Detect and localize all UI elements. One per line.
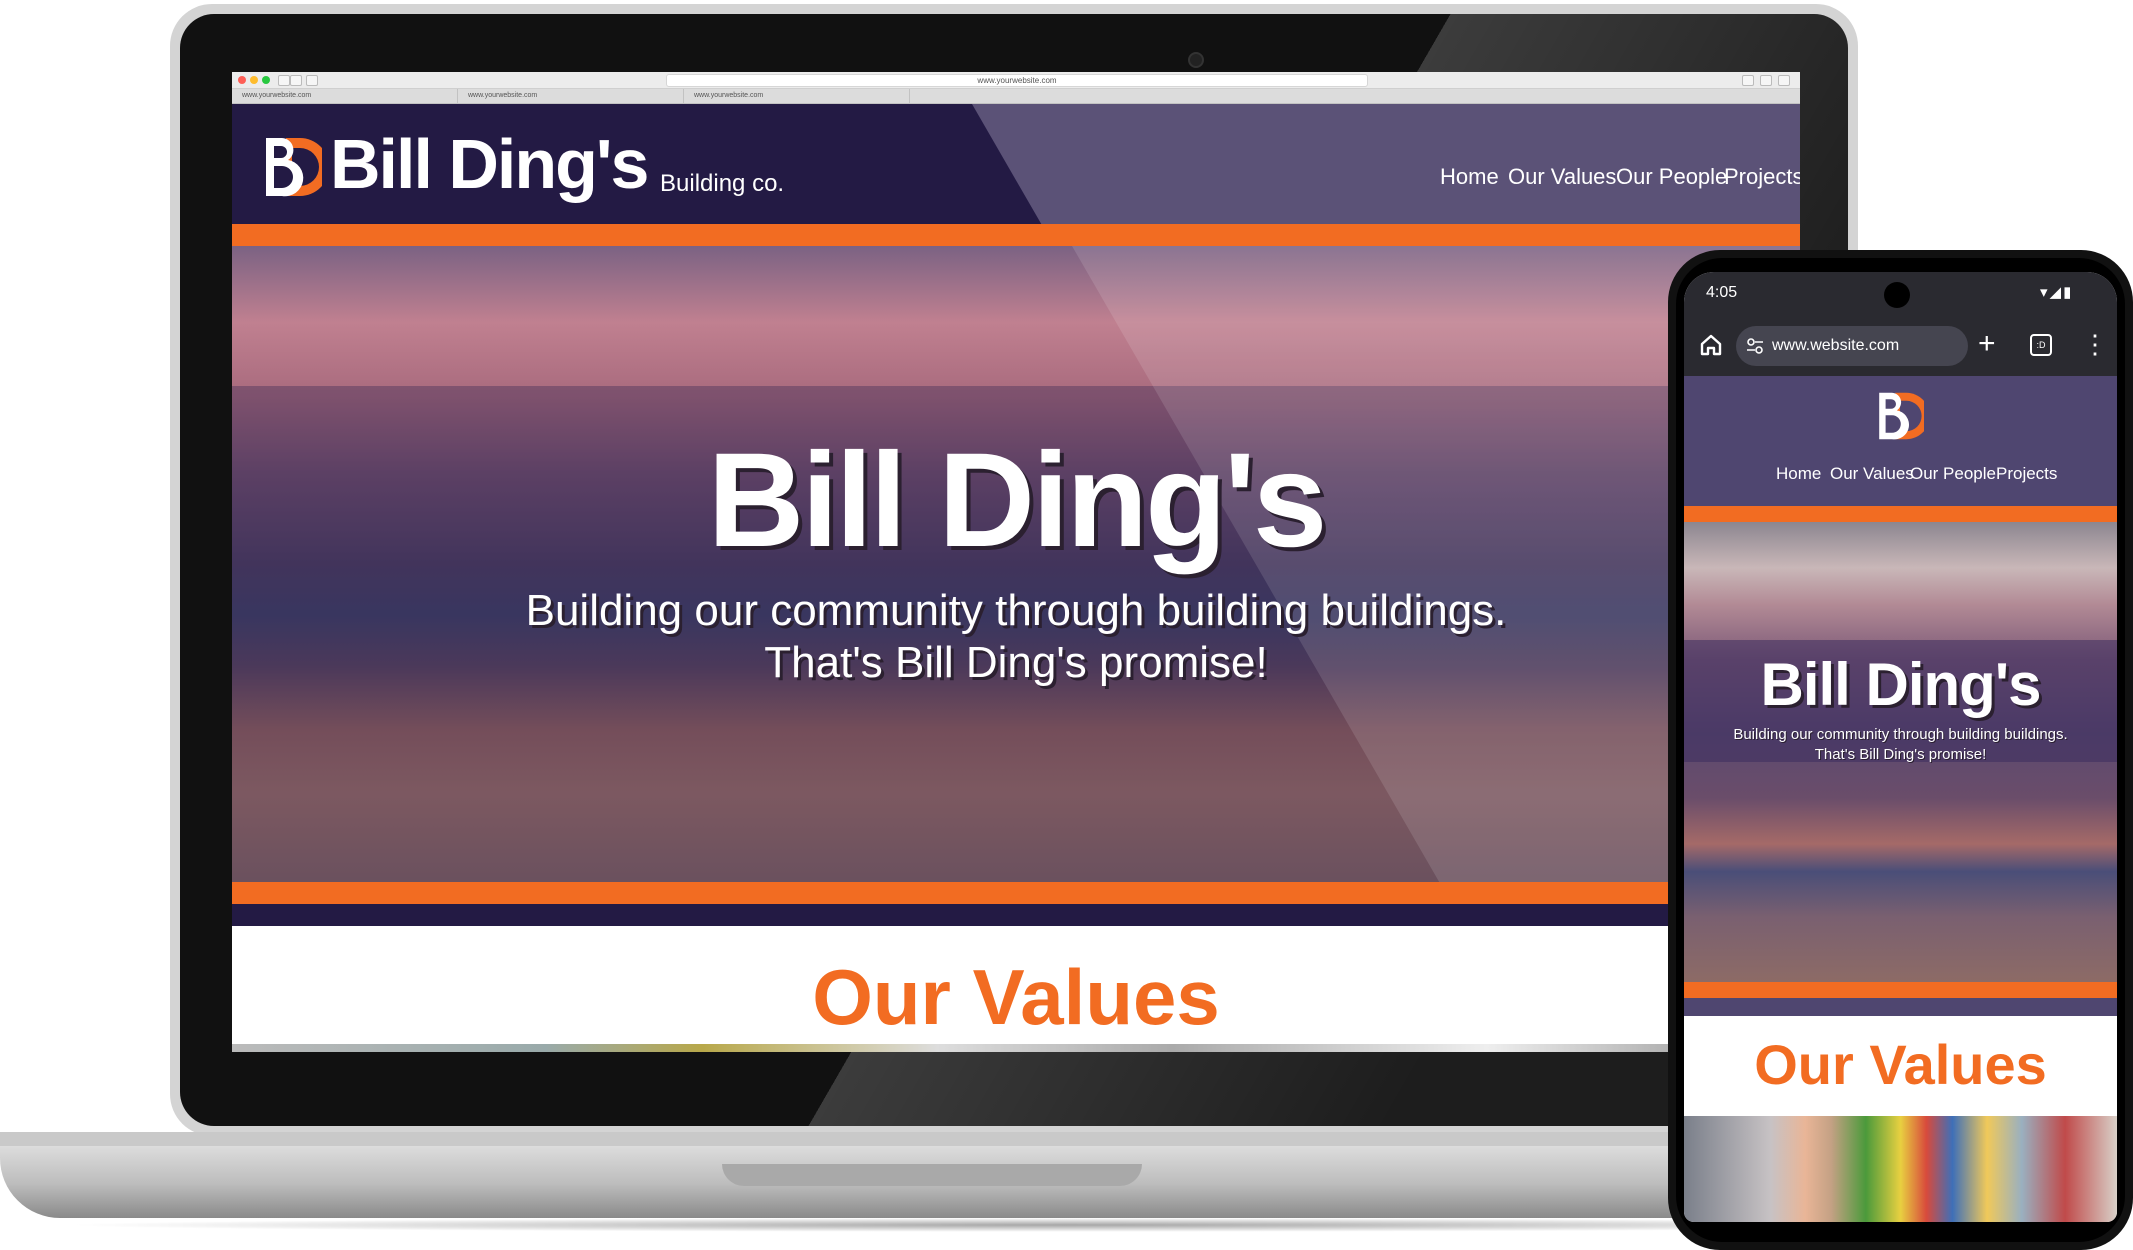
minimize-window-button[interactable] <box>250 76 258 84</box>
new-tab-icon[interactable]: + <box>1978 326 1996 362</box>
nav-our-values[interactable]: Our Values <box>1508 164 1616 190</box>
share-icon[interactable] <box>1742 75 1754 86</box>
orange-divider <box>1684 982 2117 998</box>
bd-logo-icon[interactable] <box>262 132 322 202</box>
orange-divider <box>232 882 1800 904</box>
zoom-window-button[interactable] <box>262 76 270 84</box>
tab-switcher-icon[interactable]: :D <box>2030 334 2052 356</box>
browser-tab[interactable]: www.yourwebsite.com <box>232 89 458 103</box>
orange-divider <box>1684 506 2117 522</box>
hero-tagline: Building our community through building … <box>525 586 1507 635</box>
section-heading-our-values: Our Values <box>812 953 1220 1041</box>
hero-promise: That's Bill Ding's promise! <box>1814 746 1987 763</box>
settings-icon[interactable] <box>1778 75 1790 86</box>
status-icons: ▾◢▮ <box>2040 284 2074 301</box>
sidebar-icon[interactable] <box>306 75 318 86</box>
site-settings-icon[interactable] <box>1746 338 1764 354</box>
brand-subtitle: Building co. <box>660 170 785 197</box>
browser-tab[interactable]: www.yourwebsite.com <box>458 89 684 103</box>
nav-projects[interactable]: Projects <box>1996 464 2057 484</box>
kids-building-blocks-photo <box>1684 1116 2117 1222</box>
purple-divider <box>1684 998 2117 1016</box>
laptop-screen: www.yourwebsite.com www.yourwebsite.com … <box>232 72 1800 1052</box>
nav-home[interactable]: Home <box>1776 464 1821 484</box>
site-header: Bill Ding's Building co. Home Our Values… <box>232 104 1800 224</box>
hero-title: Bill Ding's <box>707 426 1328 575</box>
purple-divider <box>232 904 1800 926</box>
browser-tab-strip: www.yourwebsite.com www.yourwebsite.com … <box>232 89 1800 104</box>
hero-tagline: Building our community through building … <box>1733 726 2068 743</box>
status-clock: 4:05 <box>1706 284 1738 301</box>
status-bar: 4:05 ▾◢▮ <box>1684 272 2117 314</box>
tabs-overview-icon[interactable] <box>1760 75 1772 86</box>
brand-name[interactable]: Bill Ding's <box>330 124 649 204</box>
close-window-button[interactable] <box>238 76 246 84</box>
hero-section: Bill Ding's Building our community throu… <box>232 246 1800 882</box>
values-image-strip <box>232 1044 1800 1052</box>
nav-our-values[interactable]: Our Values <box>1830 464 1914 484</box>
mobile-site-header: Home Our Values Our People Projects <box>1684 376 2117 506</box>
phone-screen: 4:05 ▾◢▮ www.website.com + :D ⋮ Home Our… <box>1684 272 2117 1222</box>
home-icon[interactable] <box>1696 330 1726 360</box>
back-icon[interactable] <box>278 75 290 86</box>
laptop-notch <box>722 1164 1142 1186</box>
more-menu-icon[interactable]: ⋮ <box>2082 328 2108 360</box>
hero-promise: That's Bill Ding's promise! <box>764 638 1268 687</box>
nav-home[interactable]: Home <box>1440 164 1499 190</box>
nav-our-people[interactable]: Our People <box>1616 164 1727 190</box>
url-text: www.website.com <box>1772 337 1900 354</box>
section-heading-our-values: Our Values <box>1754 1033 2047 1096</box>
browser-toolbar: www.yourwebsite.com <box>232 72 1800 89</box>
bd-logo-icon[interactable] <box>1876 388 1924 444</box>
mobile-address-bar[interactable]: www.website.com <box>1736 326 1968 366</box>
forward-icon[interactable] <box>290 75 302 86</box>
nav-our-people[interactable]: Our People <box>1910 464 1996 484</box>
nav-projects[interactable]: Projects <box>1724 164 1800 190</box>
browser-tab[interactable]: www.yourwebsite.com <box>684 89 910 103</box>
orange-divider <box>232 224 1800 246</box>
address-bar[interactable]: www.yourwebsite.com <box>666 74 1368 87</box>
front-camera <box>1884 282 1910 308</box>
laptop-camera <box>1188 52 1204 68</box>
mobile-hero-section: Bill Ding's Building our community throu… <box>1684 522 2117 982</box>
mobile-browser-bar: www.website.com + :D ⋮ <box>1684 314 2117 376</box>
hero-title: Bill Ding's <box>1760 651 2042 718</box>
